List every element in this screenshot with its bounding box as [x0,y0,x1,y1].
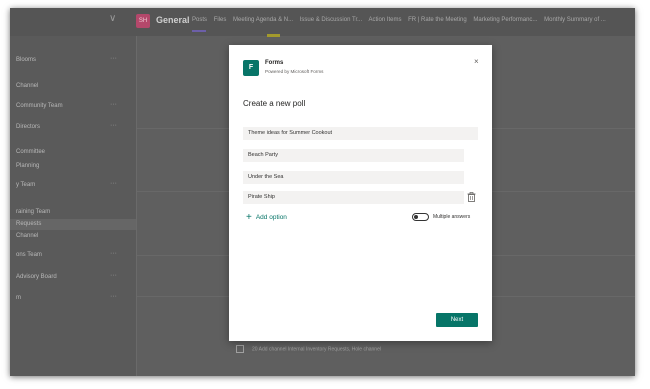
sidebar-item[interactable]: Advisory Board [16,274,57,280]
trash-icon[interactable] [467,192,476,202]
sidebar-item[interactable]: Blooms [16,57,36,63]
more-options-icon[interactable]: ··· [110,293,117,300]
sidebar-item[interactable]: Community Team [16,103,63,109]
sidebar-item[interactable]: m [16,295,21,301]
sidebar-item[interactable]: Channel [16,83,38,89]
chevron-down-icon[interactable]: ∨ [109,13,116,24]
tab-files[interactable]: Files [214,17,227,23]
sidebar-item[interactable]: Requests [16,221,41,227]
dialog-heading: Create a new poll [243,99,306,108]
sidebar-item[interactable]: ons Team [16,252,42,258]
channel-title: General [156,15,190,25]
plus-icon: + [246,212,252,223]
message-text: 20 Add channel Internal Inventory Reques… [252,346,381,353]
multiple-answers-toggle[interactable] [412,213,429,221]
tab-action-items[interactable]: Action Items [368,17,401,23]
more-options-icon[interactable]: ··· [110,250,117,257]
forms-poll-dialog: F Forms Powered by Microsoft Forms × Cre… [229,45,492,341]
poll-option-input[interactable]: Pirate Ship [243,191,464,204]
sidebar-item[interactable]: Directors [16,124,40,130]
more-options-icon[interactable]: ··· [110,122,117,129]
more-options-icon[interactable]: ··· [110,101,117,108]
teams-sidebar: Blooms ··· Channel Community Team ··· Di… [10,36,137,376]
tab-rate-meeting[interactable]: FR | Rate the Meeting [408,17,467,23]
tab-issue-discussion[interactable]: Issue & Discussion Tr... [300,17,362,23]
poll-option-input[interactable]: Under the Sea [243,171,464,184]
app-subtitle: Powered by Microsoft Forms [265,69,324,74]
file-icon [236,345,244,353]
more-options-icon[interactable]: ··· [110,272,117,279]
sidebar-item[interactable]: Planning [16,163,39,169]
app-title: Forms [265,60,284,66]
sidebar-item[interactable]: Committee [16,149,45,155]
more-options-icon[interactable]: ··· [110,180,117,187]
close-icon[interactable]: × [474,57,479,66]
team-avatar: SH [136,14,150,28]
sidebar-item[interactable]: y Team [16,182,35,188]
multiple-answers-label: Multiple answers [433,214,471,220]
poll-option-input[interactable]: Beach Party [243,149,464,162]
active-tab-indicator [192,30,206,32]
add-option-label: Add option [255,214,287,221]
tab-strip: Posts Files Meeting Agenda & N... Issue … [192,17,611,23]
sidebar-item[interactable]: raining Team [16,209,50,215]
toggle-knob [414,215,418,219]
message-row: 20 Add channel Internal Inventory Reques… [236,345,381,353]
more-options-icon[interactable]: ··· [110,55,117,62]
highlight-marker [267,34,280,37]
tab-marketing-performance[interactable]: Marketing Performanc... [473,17,537,23]
poll-question-input[interactable]: Theme ideas for Summer Cookout [243,127,478,140]
sidebar-item[interactable]: Channel [16,233,38,239]
forms-app-icon: F [243,60,259,76]
tab-meeting-agenda[interactable]: Meeting Agenda & N... [233,17,293,23]
tab-monthly-summary[interactable]: Monthly Summary of ... [544,17,606,23]
channel-header: ∨ SH General Posts Files Meeting Agenda … [10,8,635,36]
tab-posts[interactable]: Posts [192,17,207,23]
add-option-button[interactable]: + Add option [246,212,287,223]
next-button[interactable]: Next [436,313,478,327]
